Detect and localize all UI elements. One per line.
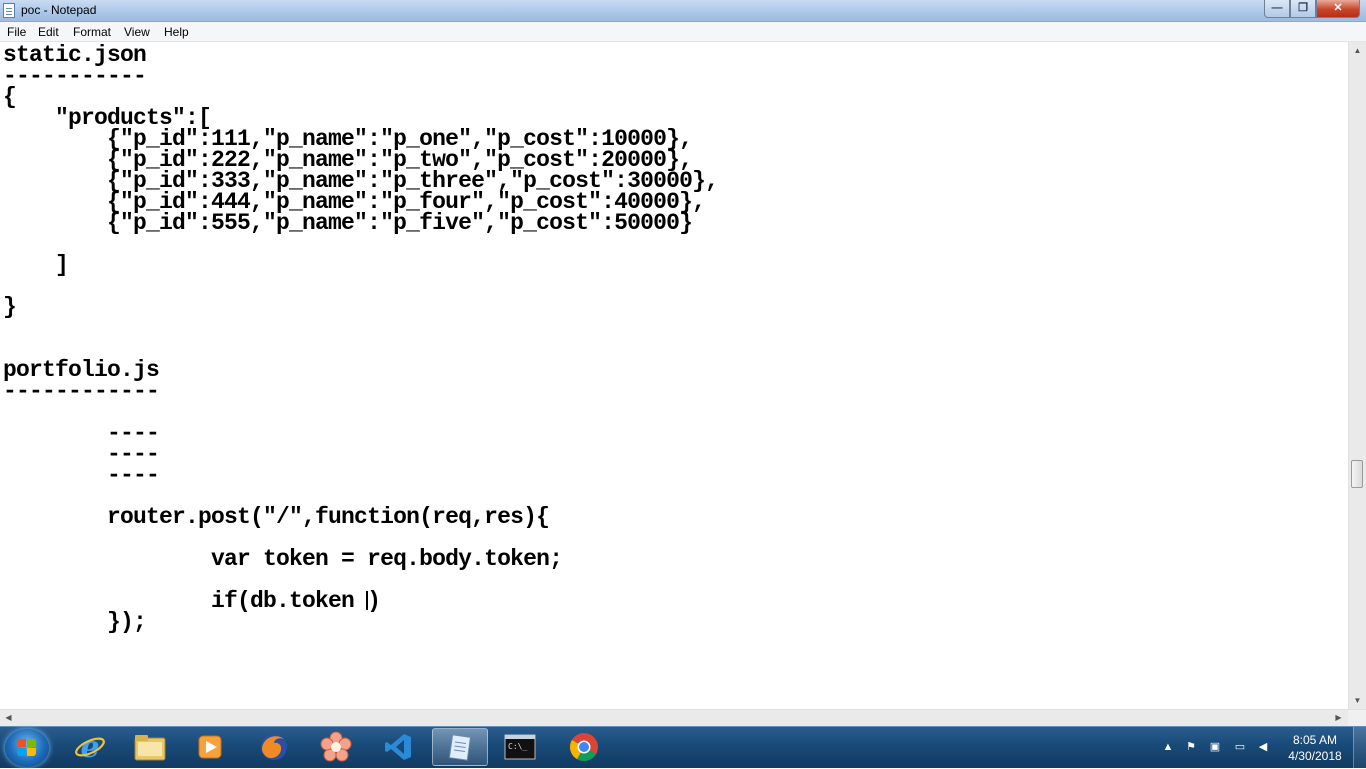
safely-remove-icon[interactable]: ▣ — [1208, 740, 1222, 754]
firefox-icon — [261, 734, 287, 760]
editor-line-suffix: ) — [367, 588, 381, 614]
cmd-icon: C:\_ — [504, 734, 536, 760]
horizontal-scrollbar[interactable]: ◀ ▶ — [0, 709, 1366, 726]
window-controls: — ❐ ✕ — [1264, 0, 1360, 18]
text-editor[interactable]: static.json ----------- { "products":[ {… — [0, 42, 1348, 709]
action-center-icon[interactable]: ⚑ — [1184, 740, 1198, 754]
editor-line: ------------ — [3, 378, 160, 404]
editor-line: router.post("/",function(req,res){ — [3, 504, 550, 530]
taskbar-internet-explorer[interactable]: e — [62, 728, 118, 766]
taskbar-media-player[interactable] — [182, 728, 238, 766]
scrollbar-corner — [1348, 710, 1366, 726]
menu-help[interactable]: Help — [164, 25, 189, 39]
chrome-icon — [570, 733, 598, 761]
taskbar-notepad[interactable] — [432, 728, 488, 766]
explorer-icon — [134, 735, 166, 761]
window-title: poc - Notepad — [21, 3, 97, 17]
menu-format[interactable]: Format — [73, 25, 111, 39]
menu-file[interactable]: File — [7, 25, 26, 39]
clock-time: 8:05 AM — [1292, 733, 1338, 747]
taskbar-command-prompt[interactable]: C:\_ — [492, 728, 548, 766]
notepad-app-icon[interactable] — [3, 3, 15, 18]
editor-line: }); — [3, 609, 147, 635]
editor-line: ---- — [3, 462, 160, 488]
svg-text:e: e — [80, 731, 99, 763]
media-player-icon — [198, 735, 222, 759]
svg-text:C:\_: C:\_ — [508, 742, 527, 751]
taskbar-firefox[interactable] — [246, 728, 302, 766]
editor-line: } — [3, 294, 17, 320]
menu-edit[interactable]: Edit — [38, 25, 59, 39]
app-flower-icon — [320, 731, 352, 762]
network-icon[interactable]: ▭ — [1233, 740, 1247, 754]
scroll-left-arrow-icon[interactable]: ◀ — [0, 710, 17, 726]
title-bar[interactable]: poc - Notepad — ❐ ✕ — [0, 0, 1366, 22]
taskbar: e C:\_ ▲ ⚑ ▣ ▭ ◀ 8:05 AM 4/30/2018 — [0, 726, 1366, 769]
system-clock[interactable]: 8:05 AM 4/30/2018 — [1287, 732, 1343, 764]
scroll-up-arrow-icon[interactable]: ▲ — [1349, 42, 1366, 59]
vertical-scroll-thumb[interactable] — [1351, 460, 1363, 488]
windows-logo-icon — [17, 739, 37, 757]
editor-content[interactable]: static.json ----------- { "products":[ {… — [3, 44, 719, 635]
show-hidden-icons-icon[interactable]: ▲ — [1161, 740, 1175, 754]
notepad-icon — [448, 734, 472, 761]
scroll-right-arrow-icon[interactable]: ▶ — [1330, 710, 1347, 726]
editor-line: var token = req.body.token; — [3, 546, 563, 572]
scroll-down-arrow-icon[interactable]: ▼ — [1349, 692, 1366, 709]
editor-line: {"p_id":555,"p_name":"p_five","p_cost":5… — [3, 210, 693, 236]
taskbar-vscode[interactable] — [370, 728, 426, 766]
taskbar-chrome[interactable] — [556, 728, 612, 766]
close-button[interactable]: ✕ — [1316, 0, 1360, 18]
editor-line: ----------- — [3, 63, 147, 89]
taskbar-app-flower[interactable] — [308, 728, 364, 766]
internet-explorer-icon: e — [75, 731, 105, 763]
show-desktop-button[interactable] — [1353, 727, 1366, 769]
start-button[interactable] — [5, 729, 49, 767]
maximize-button[interactable]: ❐ — [1290, 0, 1316, 18]
menu-view[interactable]: View — [124, 25, 150, 39]
menu-bar: File Edit Format View Help — [0, 22, 1366, 42]
vscode-icon — [385, 734, 411, 760]
editor-line: ] — [3, 252, 69, 278]
volume-icon[interactable]: ◀ — [1256, 740, 1270, 754]
vertical-scrollbar[interactable]: ▲ ▼ — [1348, 42, 1366, 709]
clock-date: 4/30/2018 — [1288, 749, 1342, 763]
taskbar-file-explorer[interactable] — [122, 728, 178, 766]
minimize-button[interactable]: — — [1264, 0, 1290, 18]
